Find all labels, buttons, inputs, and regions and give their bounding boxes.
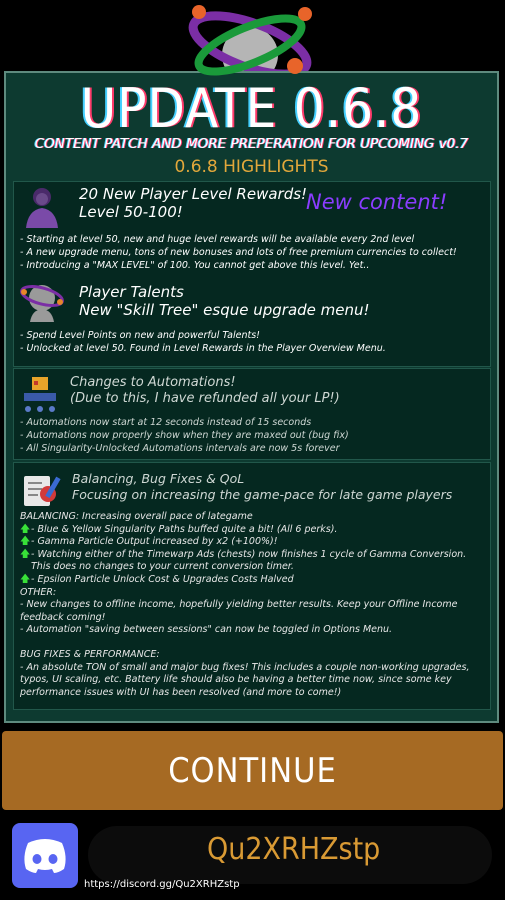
balancing-header: BALANCING: Increasing overall pace of la… (20, 511, 253, 522)
talents-bullet: - Spend Level Points on new and powerful… (20, 330, 260, 341)
list-item: 🡅 - Epsilon Particle Unlock Cost & Upgrad… (20, 573, 294, 585)
rewards-bullet: - Starting at level 50, new and huge lev… (20, 234, 415, 245)
balancing-subheading: Focusing on increasing the game-pace for… (72, 487, 453, 502)
list-item: - New changes to offline income, hopeful… (20, 599, 458, 623)
new-content-label: New content! (306, 190, 448, 214)
talent-head-icon (20, 285, 64, 322)
bug-fix-icon (24, 476, 61, 506)
discord-url[interactable]: https://discord.gg/Qu2XRHZstp (84, 879, 240, 890)
rewards-bullet: - Introducing a "MAX LEVEL" of 100. You … (20, 260, 370, 271)
automations-subheading: (Due to this, I have refunded all your L… (70, 391, 340, 406)
list-item: 🡅 - Blue & Yellow Singularity Paths buffe… (20, 523, 338, 535)
list-item: 🡅 - Gamma Particle Output increased by x2… (20, 536, 278, 548)
other-header: OTHER: (20, 586, 57, 598)
rewards-bullet: - A new upgrade menu, tons of new bonuse… (20, 247, 457, 258)
up-arrow-icon: 🡅 (20, 523, 31, 535)
automations-bullet: - All Singularity-Unlocked Automations i… (20, 443, 340, 454)
automations-heading: Changes to Automations! (70, 375, 236, 390)
automation-robot-icon (24, 377, 56, 412)
talents-subheading: New "Skill Tree" esque upgrade menu! (79, 301, 370, 319)
balancing-notes: BALANCING: Increasing overall pace of la… (20, 511, 488, 699)
talents-bullet: - Unlocked at level 50. Found in Level R… (20, 343, 386, 354)
balancing-heading: Balancing, Bug Fixes & QoL (72, 471, 245, 486)
rewards-subheading: Level 50-100! (79, 203, 183, 221)
up-arrow-icon: 🡅 (20, 573, 31, 585)
new-content-section: 20 New Player Level Rewards! Level 50-10… (13, 181, 491, 367)
list-item: - Automation "saving between sessions" c… (20, 624, 393, 636)
bug-header: BUG FIXES & PERFORMANCE: (20, 648, 160, 660)
discord-code[interactable]: Qu2XRHZstp (207, 832, 380, 867)
automations-bullet: - Automations now start at 12 seconds in… (20, 417, 312, 428)
up-arrow-icon: 🡅 (20, 536, 31, 548)
update-title: UPDATE 0.6.8 (80, 77, 423, 140)
talents-heading: Player Talents (79, 283, 184, 301)
automations-section: Changes to Automations! (Due to this, I … (13, 368, 491, 460)
continue-button[interactable]: CONTINUE (2, 731, 503, 810)
automations-bullet: - Automations now properly show when the… (20, 430, 349, 441)
balancing-section: Balancing, Bug Fixes & QoL Focusing on i… (13, 462, 491, 710)
update-subtitle: CONTENT PATCH AND MORE PREPERATION FOR U… (34, 136, 469, 152)
update-panel: UPDATE 0.6.8 CONTENT PATCH AND MORE PREP… (4, 71, 499, 723)
discord-icon[interactable] (12, 823, 78, 888)
rewards-heading: 20 New Player Level Rewards! (79, 185, 308, 203)
player-avatar-icon (26, 188, 58, 228)
up-arrow-icon: 🡅 (20, 548, 31, 560)
list-item: 🡅 - Watching either of the Timewarp Ads (… (20, 548, 467, 573)
highlights-label: 0.6.8 HIGHLIGHTS (174, 157, 329, 177)
list-item: - An absolute TON of small and major bug… (20, 661, 470, 698)
